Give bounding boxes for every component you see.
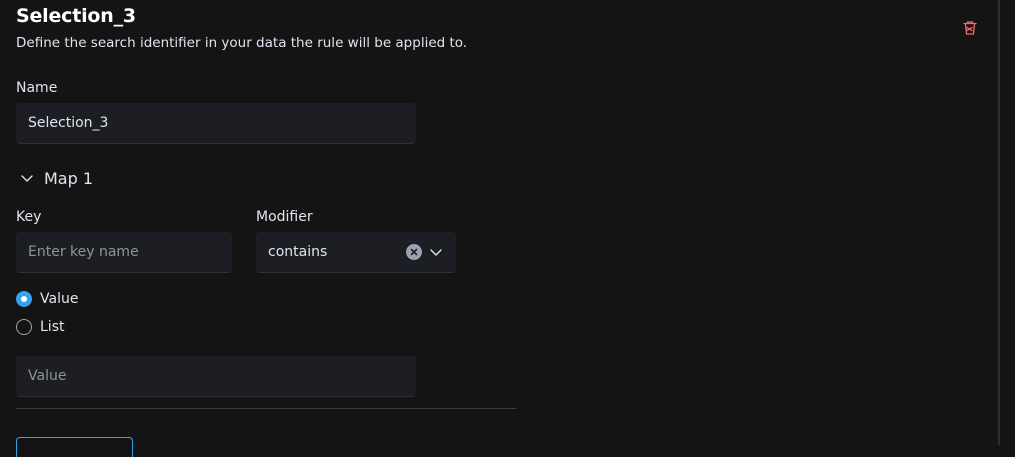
selection-title: Selection_3: [16, 5, 136, 27]
modifier-select[interactable]: contains: [256, 232, 456, 273]
selection-description: Define the search identifier in your dat…: [16, 35, 468, 51]
map-label: Map 1: [44, 168, 94, 188]
clear-icon[interactable]: [406, 244, 422, 260]
trash-icon: [963, 21, 977, 35]
selection-panel: Selection_3 Define the search identifier…: [0, 0, 998, 457]
map-1-toggle[interactable]: Map 1: [16, 166, 93, 190]
radio-value-indicator[interactable]: [16, 291, 32, 307]
radio-value-label: Value: [40, 291, 79, 307]
radio-value[interactable]: Value: [16, 290, 78, 308]
chevron-down-icon: [21, 175, 33, 182]
delete-selection-button[interactable]: [960, 18, 980, 38]
section-divider: [16, 408, 516, 409]
radio-list[interactable]: List: [16, 318, 64, 336]
modifier-value: contains: [268, 244, 328, 260]
name-label: Name: [16, 80, 58, 96]
value-input[interactable]: [16, 356, 416, 397]
radio-list-label: List: [40, 319, 65, 335]
add-button-partial[interactable]: [16, 437, 133, 457]
radio-list-indicator[interactable]: [16, 319, 32, 335]
side-strip: [1000, 0, 1015, 445]
name-input[interactable]: [16, 103, 416, 144]
modifier-label: Modifier: [256, 209, 313, 225]
key-label: Key: [16, 209, 42, 225]
caret-down-icon[interactable]: [428, 244, 444, 260]
key-input[interactable]: [16, 232, 232, 273]
